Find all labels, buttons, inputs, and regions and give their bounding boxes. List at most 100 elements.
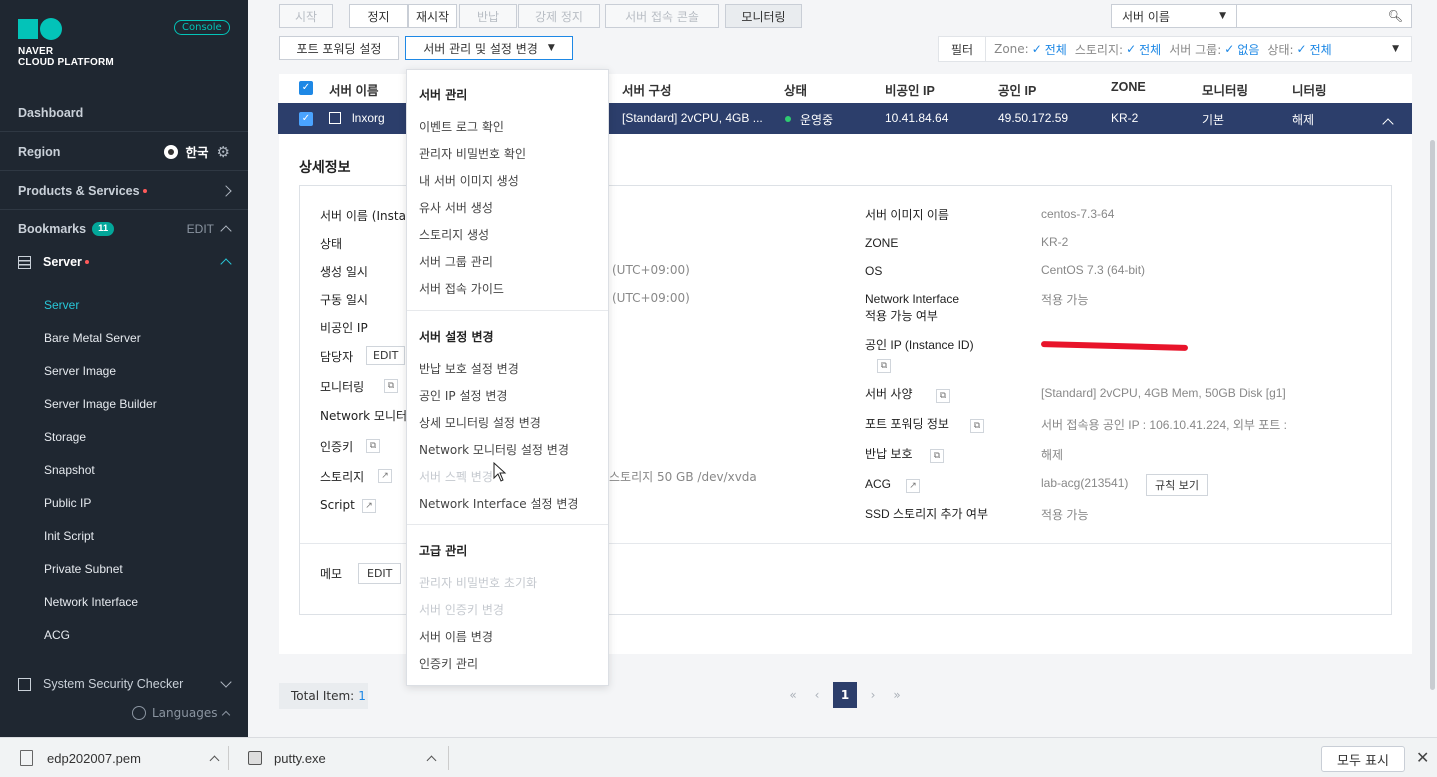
detail-value: 적용 가능: [1041, 508, 1089, 522]
menu-item[interactable]: 인증키 관리: [419, 655, 478, 672]
copy-icon[interactable]: ⧉: [384, 379, 398, 393]
menu-item[interactable]: 이벤트 로그 확인: [419, 118, 504, 135]
prev-page-icon[interactable]: ‹: [805, 682, 829, 708]
sidebar-item-server-image-builder[interactable]: Server Image Builder: [44, 397, 157, 411]
search-icon[interactable]: 🔍︎: [1388, 9, 1403, 23]
server-manage-dropdown-button[interactable]: 서버 관리 및 설정 변경 ▼: [405, 36, 573, 60]
action-button-3[interactable]: 반납: [459, 4, 517, 28]
select-all-checkbox[interactable]: ✓: [299, 81, 313, 95]
column-header[interactable]: 서버 구성: [622, 80, 671, 99]
filter-chip[interactable]: Zone: ✓ 전체: [994, 41, 1067, 58]
menu-item[interactable]: 스토리지 생성: [419, 226, 489, 243]
download-item-pem[interactable]: edp202007.pem: [20, 738, 220, 777]
action-button-2[interactable]: 재시작: [408, 4, 457, 28]
menu-item[interactable]: 서버 접속 가이드: [419, 280, 504, 297]
sidebar-item-storage[interactable]: Storage: [44, 430, 86, 444]
filter-chip[interactable]: 서버 그룹: ✓ 없음: [1169, 41, 1259, 58]
detail-label: 포트 포워딩 정보: [865, 417, 949, 431]
next-page-icon[interactable]: ›: [861, 682, 885, 708]
column-header[interactable]: 모니터링: [1202, 80, 1248, 99]
last-page-icon[interactable]: »: [885, 682, 909, 708]
menu-item[interactable]: 상세 모니터링 설정 변경: [419, 414, 541, 431]
row-checkbox[interactable]: ✓: [299, 112, 313, 126]
chevron-up-icon[interactable]: [220, 225, 232, 237]
menu-item[interactable]: Network Interface 설정 변경: [419, 495, 578, 512]
show-all-downloads-button[interactable]: 모두 표시: [1321, 746, 1405, 772]
copy-icon[interactable]: ⧉: [877, 359, 891, 373]
nav-system-security-checker[interactable]: System Security Checker: [0, 666, 248, 702]
sidebar-item-bare-metal-server[interactable]: Bare Metal Server: [44, 331, 141, 345]
owner-edit-button[interactable]: EDIT: [366, 346, 406, 365]
menu-item[interactable]: 서버 그룹 관리: [419, 253, 493, 270]
filter-button[interactable]: 필터: [939, 37, 987, 61]
first-page-icon[interactable]: «: [781, 682, 805, 708]
nav-products[interactable]: Products & Services: [0, 172, 248, 210]
sidebar-item-snapshot[interactable]: Snapshot: [44, 463, 95, 477]
chevron-up-icon[interactable]: [426, 755, 437, 765]
sidebar-item-server-image[interactable]: Server Image: [44, 364, 116, 378]
region-value: 한국: [185, 146, 209, 160]
column-header[interactable]: ZONE: [1111, 80, 1146, 94]
detail-value: centos-7.3-64: [1041, 207, 1115, 221]
port-forwarding-button[interactable]: 포트 포워딩 설정: [279, 36, 399, 60]
console-badge[interactable]: Console: [174, 20, 230, 35]
action-button-1[interactable]: 정지: [349, 4, 408, 28]
external-link-icon[interactable]: ↗: [362, 499, 376, 513]
filter-chip[interactable]: 상태: ✓ 전체: [1267, 41, 1331, 58]
nav-region-label: Region: [18, 144, 61, 159]
search-input[interactable]: 🔍︎: [1236, 4, 1412, 28]
gear-icon[interactable]: ⚙: [217, 143, 230, 161]
nav-region[interactable]: Region 한국 ⚙: [0, 133, 248, 171]
column-header[interactable]: 비공인 IP: [885, 80, 935, 99]
menu-item[interactable]: 공인 IP 설정 변경: [419, 387, 507, 404]
column-header[interactable]: 상태: [784, 80, 807, 99]
chevron-up-icon[interactable]: [220, 258, 232, 270]
sidebar-item-server[interactable]: Server: [44, 298, 79, 312]
column-header[interactable]: 공인 IP: [998, 80, 1036, 99]
action-button-6[interactable]: 모니터링: [725, 4, 802, 28]
menu-item[interactable]: 반납 보호 설정 변경: [419, 360, 519, 377]
filter-caret-icon[interactable]: ▼: [1392, 44, 1399, 54]
sidebar-item-network-interface[interactable]: Network Interface: [44, 595, 138, 609]
bookmarks-edit-button[interactable]: EDIT: [187, 222, 214, 236]
sidebar-item-private-subnet[interactable]: Private Subnet: [44, 562, 123, 576]
menu-item[interactable]: 서버 이름 변경: [419, 628, 493, 645]
copy-icon[interactable]: ⧉: [366, 439, 380, 453]
scrollbar[interactable]: [1430, 140, 1435, 690]
menu-item[interactable]: 유사 서버 생성: [419, 199, 493, 216]
menu-item[interactable]: 관리자 비밀번호 확인: [419, 145, 526, 162]
action-button-4[interactable]: 강제 정지: [518, 4, 600, 28]
chevron-up-icon[interactable]: [209, 755, 220, 765]
copy-icon[interactable]: ⧉: [970, 419, 984, 433]
nav-bookmarks-label: Bookmarks: [18, 222, 87, 236]
putty-icon: [248, 751, 262, 765]
sidebar-item-acg[interactable]: ACG: [44, 628, 70, 642]
detail-label: 반납 보호: [865, 447, 913, 461]
languages-selector[interactable]: Languages: [132, 706, 231, 720]
column-header[interactable]: 서버 이름: [329, 80, 378, 99]
column-header[interactable]: 니터링: [1292, 80, 1327, 99]
close-icon[interactable]: ✕: [1416, 748, 1429, 767]
download-item-putty[interactable]: putty.exe: [248, 738, 437, 777]
copy-icon[interactable]: ⧉: [930, 449, 944, 463]
acg-rules-button[interactable]: 규칙 보기: [1146, 474, 1208, 496]
external-link-icon[interactable]: ↗: [906, 479, 920, 493]
naver-cloud-logo[interactable]: NAVER CLOUD PLATFORM: [18, 18, 114, 68]
page-number-button[interactable]: 1: [833, 682, 857, 708]
filter-chip[interactable]: 스토리지: ✓ 전체: [1075, 41, 1161, 58]
detail-value: CentOS 7.3 (64-bit): [1041, 263, 1146, 277]
search-field-select[interactable]: 서버 이름 ▼: [1111, 4, 1237, 28]
new-dot-icon: [84, 260, 89, 264]
copy-icon[interactable]: ⧉: [936, 389, 950, 403]
sidebar-item-init-script[interactable]: Init Script: [44, 529, 94, 543]
memo-edit-button[interactable]: EDIT: [358, 563, 402, 584]
action-button-0[interactable]: 시작: [279, 4, 333, 28]
menu-item[interactable]: 내 서버 이미지 생성: [419, 172, 519, 189]
action-button-5[interactable]: 서버 접속 콘솔: [605, 4, 719, 28]
chevron-down-icon[interactable]: [220, 676, 232, 688]
menu-item[interactable]: Network 모니터링 설정 변경: [419, 441, 569, 458]
sidebar-item-public-ip[interactable]: Public IP: [44, 496, 91, 510]
external-link-icon[interactable]: ↗: [378, 469, 392, 483]
nav-dashboard[interactable]: Dashboard: [0, 94, 248, 132]
nav-server-group[interactable]: Server: [0, 243, 248, 281]
